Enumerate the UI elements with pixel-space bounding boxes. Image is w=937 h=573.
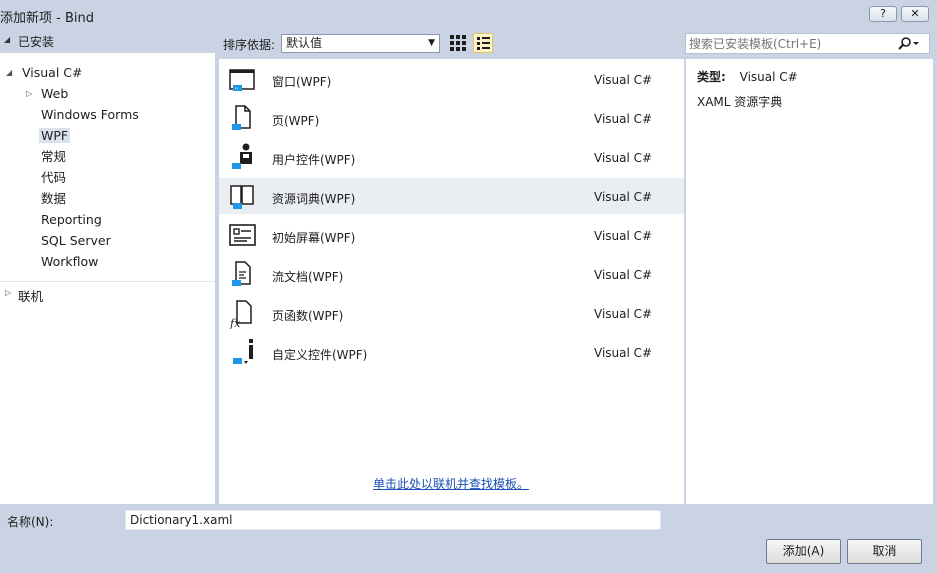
template-name: 页函数(WPF): [272, 309, 344, 323]
tree-item-label: SQL Server: [41, 233, 111, 248]
list-view-button[interactable]: [473, 33, 493, 53]
template-name: 初始屏幕(WPF): [272, 231, 356, 245]
title-bar: 添加新项 - Bind ? ✕: [0, 0, 937, 27]
tree-item-label: Reporting: [41, 212, 102, 227]
installed-label: 已安装: [18, 35, 55, 49]
cancel-button[interactable]: 取消: [847, 539, 922, 564]
tree-item-general[interactable]: 常规: [41, 147, 66, 167]
search-area: [684, 27, 937, 59]
expand-triangle-icon[interactable]: ▷: [5, 288, 11, 297]
template-language: Visual C#: [594, 229, 653, 243]
tree-item-label: Windows Forms: [41, 107, 139, 122]
template-row-page[interactable]: 页(WPF) Visual C#: [219, 100, 684, 136]
expand-triangle-icon[interactable]: ▷: [26, 84, 32, 104]
sort-label: 排序依据:: [223, 38, 276, 52]
template-name: 流文档(WPF): [272, 270, 344, 284]
window-icon: ‹›: [229, 69, 255, 92]
tree-item-label: WPF: [39, 128, 71, 143]
dropdown-arrow-icon: ▼: [428, 38, 435, 48]
page-icon: [232, 105, 251, 130]
template-name: 窗口(WPF): [272, 75, 332, 89]
template-language: Visual C#: [594, 151, 653, 165]
search-icon[interactable]: [898, 36, 920, 52]
expanded-triangle-icon: ◢: [6, 68, 13, 77]
collapse-triangle-icon: ◢: [4, 35, 11, 44]
list-view-icon: [476, 36, 490, 50]
help-button[interactable]: ?: [869, 6, 897, 22]
name-label: 名称(N):: [7, 515, 54, 529]
template-name: 资源词典(WPF): [272, 192, 356, 206]
tree-item-web[interactable]: ▷ Web: [26, 84, 68, 104]
tree-item-data[interactable]: 数据: [41, 189, 66, 209]
tree-item-visual-csharp[interactable]: ◢ Visual C#: [6, 63, 83, 83]
type-row: 类型: Visual C#: [697, 68, 798, 85]
template-name: 页(WPF): [272, 114, 320, 128]
resource-dictionary-icon: [230, 185, 254, 209]
template-language: Visual C#: [594, 268, 653, 282]
grid-view-icon: [450, 35, 466, 51]
flow-document-icon: [232, 261, 251, 286]
template-description: XAML 资源字典: [697, 95, 783, 109]
tree-item-label: Visual C#: [22, 65, 83, 80]
template-language: Visual C#: [594, 307, 653, 321]
search-input[interactable]: [685, 33, 930, 54]
splash-screen-icon: [229, 224, 256, 246]
tree-item-wpf[interactable]: WPF: [39, 126, 71, 146]
template-language: Visual C#: [594, 112, 653, 126]
type-key: 类型:: [697, 70, 726, 84]
installed-header[interactable]: ◢ 已安装: [0, 27, 215, 53]
template-row-resource-dictionary[interactable]: 资源词典(WPF) Visual C#: [219, 178, 684, 214]
tree-item-label: 代码: [41, 170, 67, 185]
name-field[interactable]: [125, 510, 661, 530]
tree-item-label: 数据: [41, 191, 67, 206]
tree-item-windows-forms[interactable]: Windows Forms: [41, 105, 139, 125]
tree-item-label: 联机: [18, 289, 44, 304]
page-function-icon: fx: [229, 300, 252, 329]
template-list: ‹› 窗口(WPF) Visual C# 页(WPF) Visual C# 用户…: [219, 59, 684, 504]
template-language: Visual C#: [594, 190, 653, 204]
details-panel: 类型: Visual C# XAML 资源字典: [686, 59, 933, 504]
online-templates-link[interactable]: 单击此处以联机并查找模板。: [373, 475, 529, 492]
tree-item-code[interactable]: 代码: [41, 168, 66, 188]
category-tree: ◢ 已安装 ◢ Visual C# ▷ Web Windows Forms WP…: [0, 27, 215, 504]
svg-text:fx: fx: [229, 317, 241, 329]
template-row-window[interactable]: ‹› 窗口(WPF) Visual C#: [219, 61, 684, 97]
template-language: Visual C#: [594, 346, 653, 360]
add-button[interactable]: 添加(A): [766, 539, 841, 564]
tree-item-reporting[interactable]: Reporting: [41, 210, 102, 230]
template-name: 用户控件(WPF): [272, 153, 356, 167]
tree-item-sql-server[interactable]: SQL Server: [41, 231, 111, 251]
tree-item-label: Workflow: [41, 254, 99, 269]
type-value: Visual C#: [739, 70, 798, 84]
tree-item-label: Web: [41, 86, 69, 101]
template-name: 自定义控件(WPF): [272, 348, 368, 362]
close-button[interactable]: ✕: [901, 6, 929, 22]
template-row-splash-screen[interactable]: 初始屏幕(WPF) Visual C#: [219, 217, 684, 253]
grid-view-button[interactable]: [448, 33, 468, 53]
sort-dropdown[interactable]: 默认值 ▼: [281, 34, 440, 53]
template-row-custom-control[interactable]: 自定义控件(WPF) Visual C#: [219, 334, 684, 370]
tree-item-label: 常规: [41, 149, 67, 164]
sort-toolbar: 排序依据: 默认值 ▼: [219, 27, 684, 59]
template-row-user-control[interactable]: 用户控件(WPF) Visual C#: [219, 139, 684, 175]
svg-text:‹›: ‹›: [235, 86, 239, 92]
sort-value: 默认值: [286, 36, 323, 50]
tree-item-workflow[interactable]: Workflow: [41, 252, 98, 272]
template-row-page-function[interactable]: fx 页函数(WPF) Visual C#: [219, 295, 684, 331]
window-title: 添加新项 - Bind: [0, 11, 94, 26]
user-control-icon: [232, 143, 252, 169]
custom-control-icon: [233, 339, 253, 364]
template-language: Visual C#: [594, 73, 653, 87]
template-row-flow-document[interactable]: 流文档(WPF) Visual C#: [219, 256, 684, 292]
tree-item-online[interactable]: ▷ 联机: [0, 281, 215, 305]
